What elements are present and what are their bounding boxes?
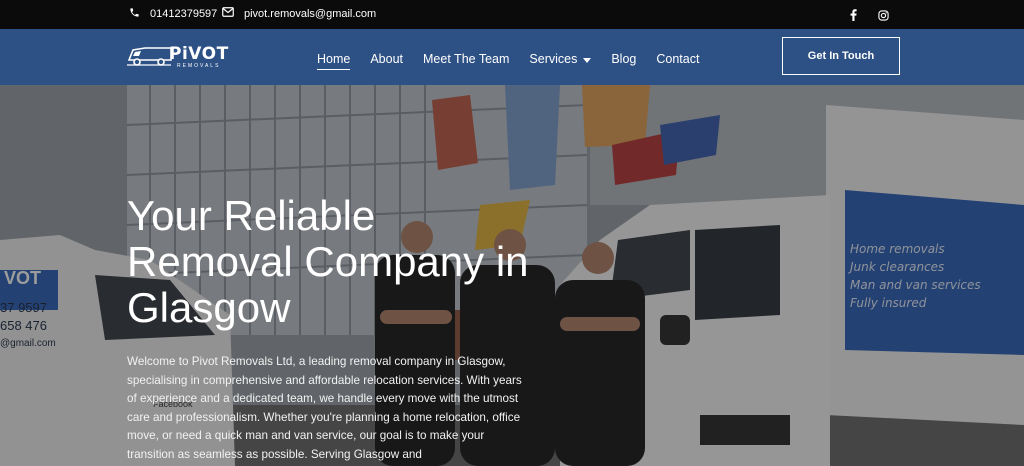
- nav-services[interactable]: Services: [529, 52, 592, 66]
- nav-contact[interactable]: Contact: [656, 52, 699, 66]
- nav-home[interactable]: Home: [317, 52, 351, 70]
- envelope-icon: [222, 7, 234, 20]
- phone-icon: [129, 7, 140, 21]
- phone-contact[interactable]: 01412379597: [129, 7, 217, 21]
- nav-about[interactable]: About: [370, 52, 403, 66]
- logo-wordmark: PiVOT: [169, 44, 229, 64]
- chevron-down-icon: [583, 52, 592, 66]
- hero-section: VOT 37 9597 658 476 @gmail.com Facebook …: [0, 85, 1024, 466]
- logo-subtitle: REMOVALS: [177, 63, 221, 69]
- phone-number: 01412379597: [150, 8, 218, 20]
- main-nav: Home About Meet The Team Services Blog C…: [317, 48, 719, 70]
- pivot-logo[interactable]: PiVOT REMOVALS: [127, 42, 229, 72]
- hero-title: Your Reliable Removal Company in Glasgow: [127, 192, 529, 331]
- contact-bar: 01412379597 pivot.removals@gmail.com: [0, 0, 1024, 29]
- email-address: pivot.removals@gmail.com: [244, 7, 377, 20]
- hero-intro-paragraph: Welcome to Pivot Removals Ltd, a leading…: [127, 355, 522, 461]
- nav-blog[interactable]: Blog: [611, 52, 636, 66]
- get-in-touch-button[interactable]: Get In Touch: [782, 37, 900, 75]
- van-logo-icon: [127, 47, 172, 66]
- email-contact[interactable]: pivot.removals@gmail.com: [222, 7, 376, 20]
- instagram-icon[interactable]: [876, 8, 890, 22]
- site-header: PiVOT REMOVALS Home About Meet The Team …: [0, 29, 1024, 85]
- facebook-icon[interactable]: [846, 8, 860, 22]
- nav-meet-the-team[interactable]: Meet The Team: [423, 52, 509, 66]
